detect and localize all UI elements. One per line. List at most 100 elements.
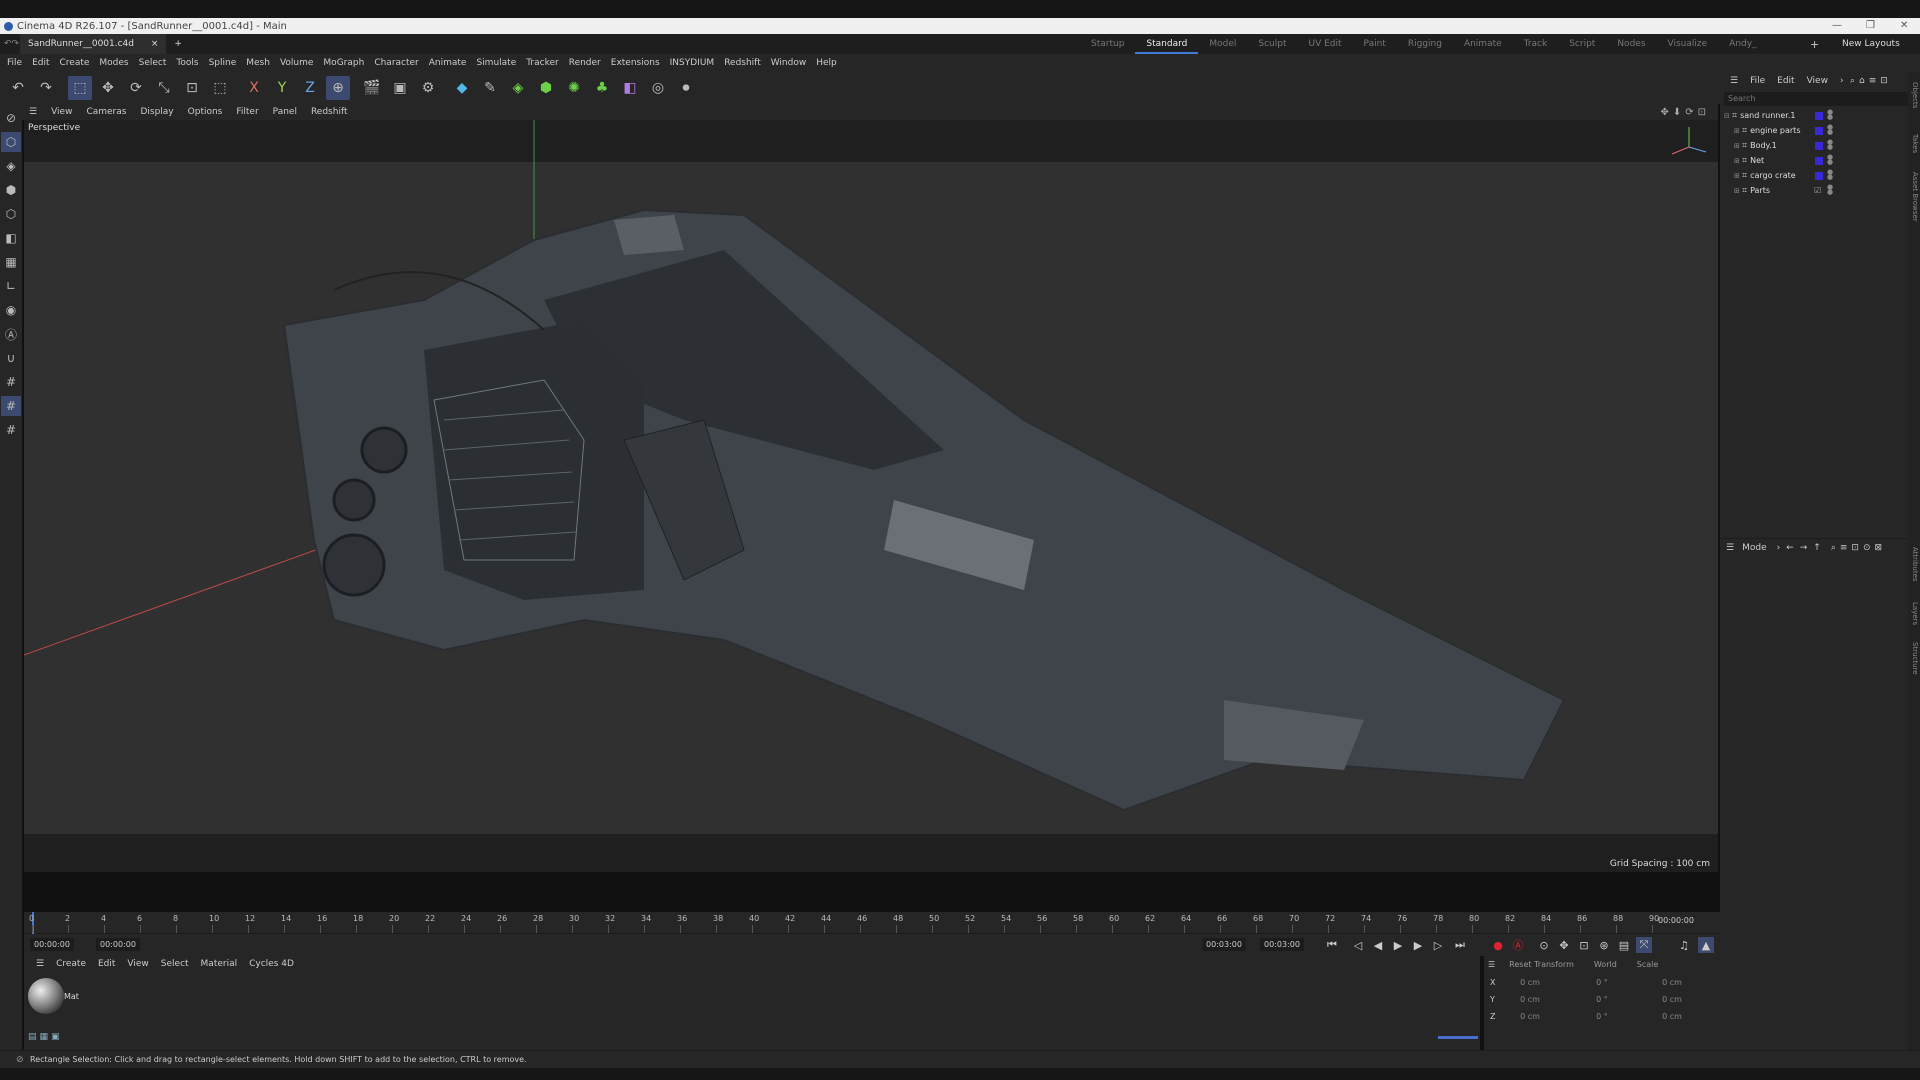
end-time-field[interactable]: 00:03:00	[1260, 938, 1304, 951]
pen-spline-icon[interactable]: ✎	[478, 76, 502, 100]
redo-icon[interactable]: ↷	[34, 76, 58, 100]
new-layouts-button[interactable]: New Layouts	[1842, 39, 1900, 49]
menu-insydium[interactable]: INSYDIUM	[665, 58, 720, 68]
go-to-start-icon[interactable]: ⏮	[1324, 937, 1340, 953]
layout-animate[interactable]: Animate	[1453, 34, 1513, 54]
next-key-icon[interactable]: ▷	[1430, 937, 1446, 953]
material-menu-cycles4d[interactable]: Cycles 4D	[243, 959, 300, 969]
object-row-engine-parts[interactable]: ⊞ ⌗ engine parts ● ●	[1720, 123, 1920, 138]
attributes-hamburger-icon[interactable]: ☰	[1726, 543, 1734, 553]
objects-hamburger-icon[interactable]: ☰	[1724, 76, 1744, 86]
undo-icon[interactable]: ↶	[6, 76, 30, 100]
material-view-mode-icons[interactable]: ▤▦▣	[28, 1032, 63, 1042]
scale-icon[interactable]: ⤡	[152, 76, 176, 100]
visibility-dots-icon[interactable]: ● ●	[1827, 139, 1833, 151]
visibility-dots-icon[interactable]: ● ●	[1827, 154, 1833, 166]
expand-icon[interactable]: ⊞	[1734, 127, 1742, 135]
model-mode-icon[interactable]: ⬡	[1, 132, 21, 152]
workplane-icon[interactable]: #	[1, 372, 21, 392]
visibility-dots-icon[interactable]: ● ●	[1827, 169, 1833, 181]
material-menu-material[interactable]: Material	[195, 959, 244, 969]
object-row-cargo-crate[interactable]: ⊞ ⌗ cargo crate ● ●	[1720, 168, 1920, 183]
visibility-dots-icon[interactable]: ● ●	[1827, 109, 1833, 121]
record-icon[interactable]: ●	[1490, 937, 1506, 953]
size-x-field[interactable]: 0 cm	[1642, 978, 1702, 987]
camera-icon[interactable]: ⏺	[674, 76, 698, 100]
3d-viewport[interactable]: Perspective Grid Spacing : 100 cm	[24, 120, 1718, 872]
start-time-field[interactable]: 00:00:00	[30, 938, 74, 951]
menu-window[interactable]: Window	[766, 58, 812, 68]
close-window-icon[interactable]: ✕	[1900, 18, 1908, 34]
render-to-picture-viewer-icon[interactable]: ▣	[388, 76, 412, 100]
menu-extensions[interactable]: Extensions	[606, 58, 665, 68]
viewport-menu-filter[interactable]: Filter	[229, 107, 265, 117]
side-tab-objects[interactable]: Objects	[1911, 82, 1919, 108]
rotation-y-field[interactable]: 0 °	[1572, 995, 1632, 1004]
side-tab-takes[interactable]: Takes	[1911, 134, 1919, 153]
layout-track[interactable]: Track	[1513, 34, 1559, 54]
viewport-nav-icons[interactable]: ✥⬇⟳⊡	[1660, 107, 1710, 118]
attributes-mode-menu[interactable]: Mode	[1742, 543, 1767, 553]
make-editable-icon[interactable]: ⊘	[1, 108, 21, 128]
position-x-field[interactable]: 0 cm	[1500, 978, 1560, 987]
enabled-check-icon[interactable]: ☑	[1814, 186, 1821, 195]
expand-icon[interactable]: ⊞	[1734, 157, 1742, 165]
rotation-z-field[interactable]: 0 °	[1572, 1012, 1632, 1021]
key-rotation-icon[interactable]: ⊡	[1576, 937, 1592, 953]
object-row-net[interactable]: ⊞ ⌗ Net ● ●	[1720, 153, 1920, 168]
objects-menu-file[interactable]: File	[1744, 76, 1771, 86]
collapse-icon[interactable]: ⊟	[1724, 112, 1732, 120]
object-row-parts[interactable]: ⊞ ⌗ Parts ☑ ● ●	[1720, 183, 1920, 198]
solo-icon[interactable]: ◉	[1, 300, 21, 320]
material-hamburger-icon[interactable]: ☰	[30, 959, 50, 969]
minimize-icon[interactable]: —	[1832, 18, 1842, 34]
objects-menu-view[interactable]: View	[1801, 76, 1834, 86]
objects-tools-icons[interactable]: ⌕⌂≡⊡	[1850, 76, 1892, 86]
coordinate-system-icon[interactable]: ⊕	[326, 76, 350, 100]
texture-mode-icon[interactable]: ◈	[1, 156, 21, 176]
nav-arrows-icon[interactable]: ↶↷	[0, 39, 20, 49]
grid-snap-icon[interactable]: #	[1, 396, 21, 416]
coordinates-hamburger-icon[interactable]: ☰	[1488, 960, 1495, 969]
locked-workplane-icon[interactable]: #	[1, 420, 21, 440]
objects-search-input[interactable]: Search	[1724, 92, 1916, 106]
size-z-field[interactable]: 0 cm	[1642, 1012, 1702, 1021]
y-axis-lock-button[interactable]: Y	[270, 76, 294, 100]
menu-edit[interactable]: Edit	[27, 58, 54, 68]
field-icon[interactable]: ◎	[646, 76, 670, 100]
previous-frame-icon[interactable]: ◀	[1370, 937, 1386, 953]
menu-help[interactable]: Help	[811, 58, 842, 68]
timeline-ruler[interactable]: 0 2 4 6 8 10 12 14 16 18 20 22 24 26 28 30 32 34 36 38 40 42 4…	[24, 912, 1720, 934]
next-frame-icon[interactable]: ▶	[1410, 937, 1426, 953]
axis-mode-icon[interactable]: ∟	[1, 276, 21, 296]
coordinate-space-dropdown[interactable]: World	[1594, 960, 1617, 969]
visibility-dots-icon[interactable]: ● ●	[1827, 124, 1833, 136]
expand-icon[interactable]: ⊞	[1734, 187, 1742, 195]
visibility-dots-icon[interactable]: ● ●	[1827, 184, 1833, 196]
material-preview-ball[interactable]	[28, 978, 64, 1014]
go-to-end-icon[interactable]: ⏭	[1452, 937, 1468, 953]
layout-script[interactable]: Script	[1558, 34, 1606, 54]
preview-end-field[interactable]: 00:03:00	[1202, 938, 1246, 951]
object-row-sand-runner[interactable]: ⊟ ⌗ sand runner.1 ● ●	[1720, 108, 1920, 123]
sound-icon[interactable]: ♫	[1676, 937, 1692, 953]
material-menu-edit[interactable]: Edit	[92, 959, 121, 969]
preview-start-field[interactable]: 00:00:00	[96, 938, 140, 951]
menu-tracker[interactable]: Tracker	[521, 58, 563, 68]
live-selection-icon[interactable]: ⬚	[68, 76, 92, 100]
render-settings-icon[interactable]: ⚙	[416, 76, 440, 100]
position-y-field[interactable]: 0 cm	[1500, 995, 1560, 1004]
rectangle-selection-icon[interactable]: ⬚	[208, 76, 232, 100]
layout-uv-edit[interactable]: UV Edit	[1298, 34, 1353, 54]
size-y-field[interactable]: 0 cm	[1642, 995, 1702, 1004]
menu-file[interactable]: File	[2, 58, 27, 68]
material-zoom-slider[interactable]	[1438, 1036, 1478, 1039]
key-position-icon[interactable]: ✥	[1556, 937, 1572, 953]
scale-dropdown[interactable]: Scale	[1637, 960, 1659, 969]
cube-icon[interactable]: ◆	[450, 76, 474, 100]
array-icon[interactable]: ✺	[562, 76, 586, 100]
viewport-menu-redshift[interactable]: Redshift	[304, 107, 355, 117]
add-layout-icon[interactable]: +	[1810, 38, 1819, 51]
layout-standard[interactable]: Standard	[1135, 34, 1199, 54]
objects-menu-edit[interactable]: Edit	[1771, 76, 1800, 86]
